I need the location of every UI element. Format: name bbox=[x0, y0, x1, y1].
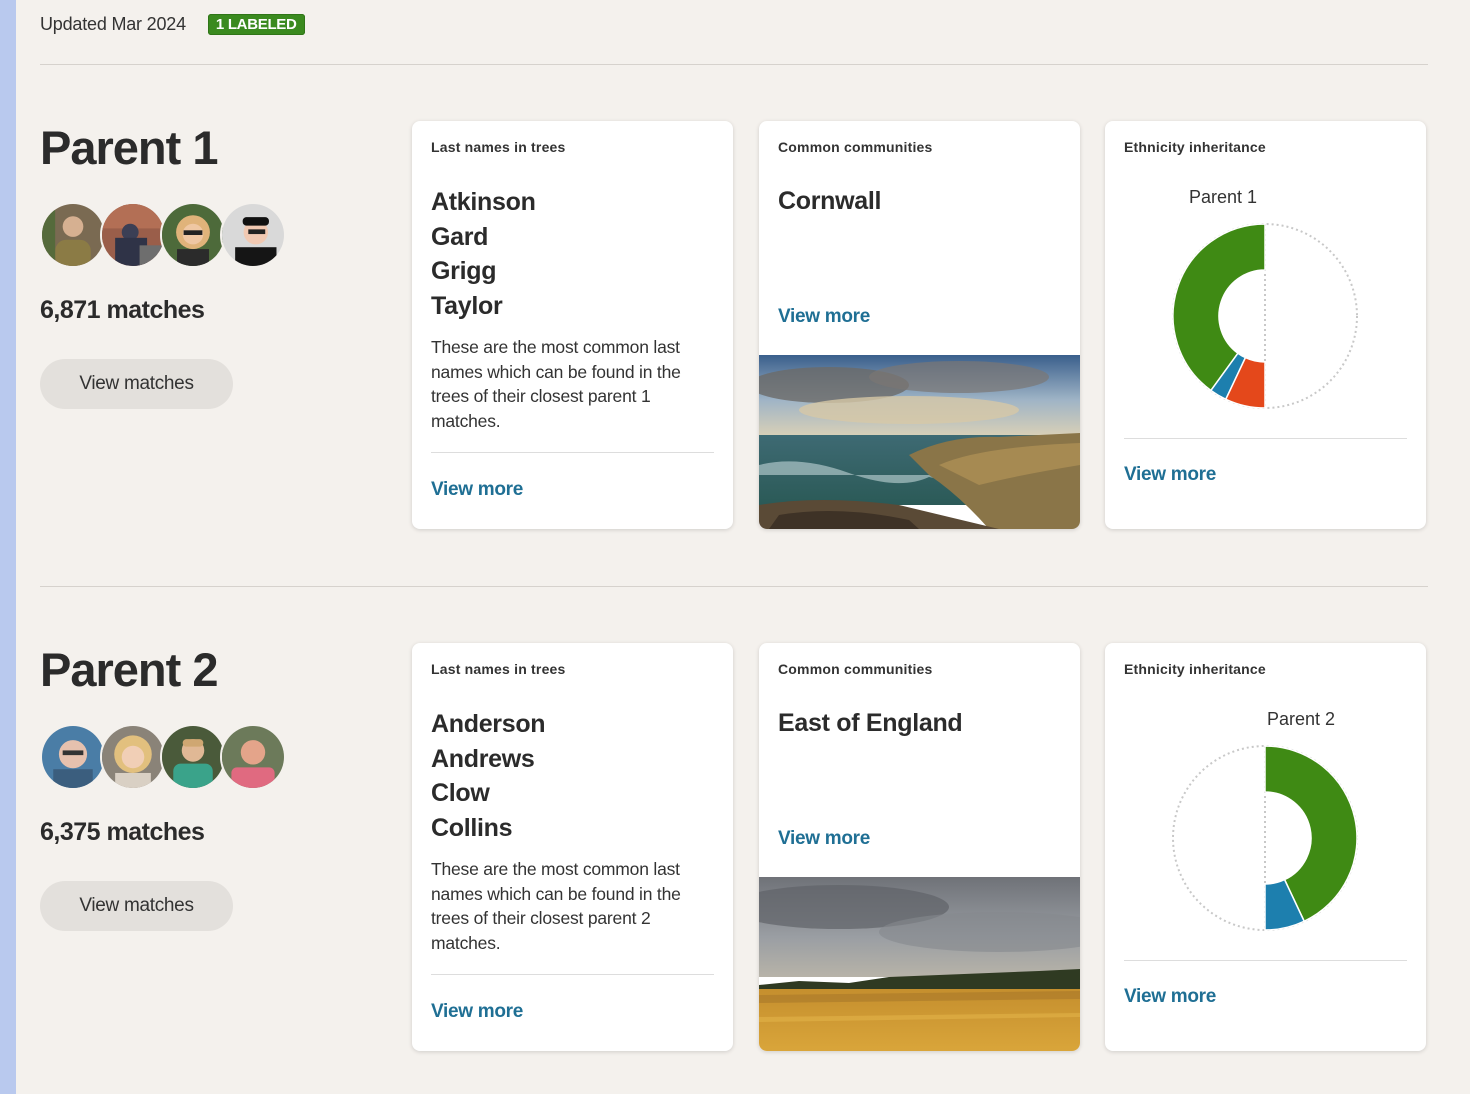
avatar[interactable] bbox=[40, 202, 106, 268]
last-names-list: Anderson Andrews Clow Collins bbox=[431, 707, 546, 845]
ethnicity-donut-chart bbox=[1172, 223, 1358, 409]
parent-1-communities-card: Common communities Cornwall View more bbox=[759, 121, 1080, 529]
parent-1-avatars bbox=[40, 202, 286, 268]
avatar[interactable] bbox=[40, 724, 106, 790]
avatar[interactable] bbox=[160, 202, 226, 268]
donut-label: Parent 1 bbox=[1189, 187, 1258, 207]
parent-1-match-count: 6,871 matches bbox=[40, 296, 205, 324]
cornwall-coastline-photo bbox=[759, 355, 1080, 529]
card-label: Ethnicity inheritance bbox=[1124, 661, 1266, 677]
last-name: Atkinson bbox=[431, 188, 536, 216]
parent-2-communities-card: Common communities East of England View … bbox=[759, 643, 1080, 1051]
parent-1-view-matches-button[interactable]: View matches bbox=[40, 359, 233, 409]
view-more-link[interactable]: View more bbox=[778, 828, 870, 850]
parent-2-match-count: 6,375 matches bbox=[40, 818, 205, 846]
parent-1-last-names-card: Last names in trees Atkinson Gard Grigg … bbox=[412, 121, 733, 529]
divider bbox=[40, 586, 1428, 587]
top-bar: Updated Mar 2024 1 LABELED bbox=[40, 12, 305, 36]
last-names-description: These are the most common last names whi… bbox=[431, 337, 681, 431]
donut-label: Parent 2 bbox=[1267, 709, 1336, 729]
last-names-description: These are the most common last names whi… bbox=[431, 859, 681, 953]
card-label: Common communities bbox=[778, 661, 933, 677]
avatar[interactable] bbox=[220, 724, 286, 790]
divider bbox=[40, 64, 1428, 65]
avatar[interactable] bbox=[100, 202, 166, 268]
community-name: Cornwall bbox=[778, 187, 882, 215]
card-divider bbox=[1124, 960, 1407, 961]
last-name: Grigg bbox=[431, 257, 497, 285]
parent-1-title: Parent 1 bbox=[40, 121, 218, 174]
parent-2-view-matches-button[interactable]: View matches bbox=[40, 881, 233, 931]
parent-2-last-names-card: Last names in trees Anderson Andrews Clo… bbox=[412, 643, 733, 1051]
community-name: East of England bbox=[778, 709, 963, 737]
last-name: Taylor bbox=[431, 291, 503, 320]
avatar[interactable] bbox=[100, 724, 166, 790]
view-more-link[interactable]: View more bbox=[1124, 986, 1216, 1008]
parent-2-ethnicity-card: Ethnicity inheritance Parent 2 View more bbox=[1105, 643, 1426, 1051]
card-divider bbox=[431, 974, 714, 975]
avatar[interactable] bbox=[160, 724, 226, 790]
last-name: Clow bbox=[431, 779, 490, 807]
last-name: Andrews bbox=[431, 744, 535, 773]
card-label: Last names in trees bbox=[431, 139, 566, 155]
dna-matches-panel: Updated Mar 2024 1 LABELED Parent 1 6,87… bbox=[16, 0, 1470, 1094]
last-name: Gard bbox=[431, 222, 489, 251]
east-of-england-field-photo bbox=[759, 877, 1080, 1051]
card-label: Last names in trees bbox=[431, 661, 566, 677]
parent-1-ethnicity-card: Ethnicity inheritance Parent 1 View more bbox=[1105, 121, 1426, 529]
last-name: Collins bbox=[431, 813, 513, 842]
view-more-link[interactable]: View more bbox=[431, 479, 523, 501]
card-label: Common communities bbox=[778, 139, 933, 155]
card-divider bbox=[431, 452, 714, 453]
view-more-link[interactable]: View more bbox=[431, 1001, 523, 1023]
card-label: Ethnicity inheritance bbox=[1124, 139, 1266, 155]
last-name: Anderson bbox=[431, 710, 546, 738]
ethnicity-donut-chart bbox=[1172, 745, 1358, 931]
last-names-list: Atkinson Gard Grigg Taylor bbox=[431, 185, 536, 323]
card-divider bbox=[1124, 438, 1407, 439]
labeled-badge: 1 LABELED bbox=[207, 13, 305, 35]
view-more-link[interactable]: View more bbox=[778, 306, 870, 328]
view-more-link[interactable]: View more bbox=[1124, 464, 1216, 486]
parent-2-title: Parent 2 bbox=[40, 643, 218, 696]
updated-date: Updated Mar 2024 bbox=[40, 13, 186, 34]
parent-2-avatars bbox=[40, 724, 286, 790]
avatar[interactable] bbox=[220, 202, 286, 268]
